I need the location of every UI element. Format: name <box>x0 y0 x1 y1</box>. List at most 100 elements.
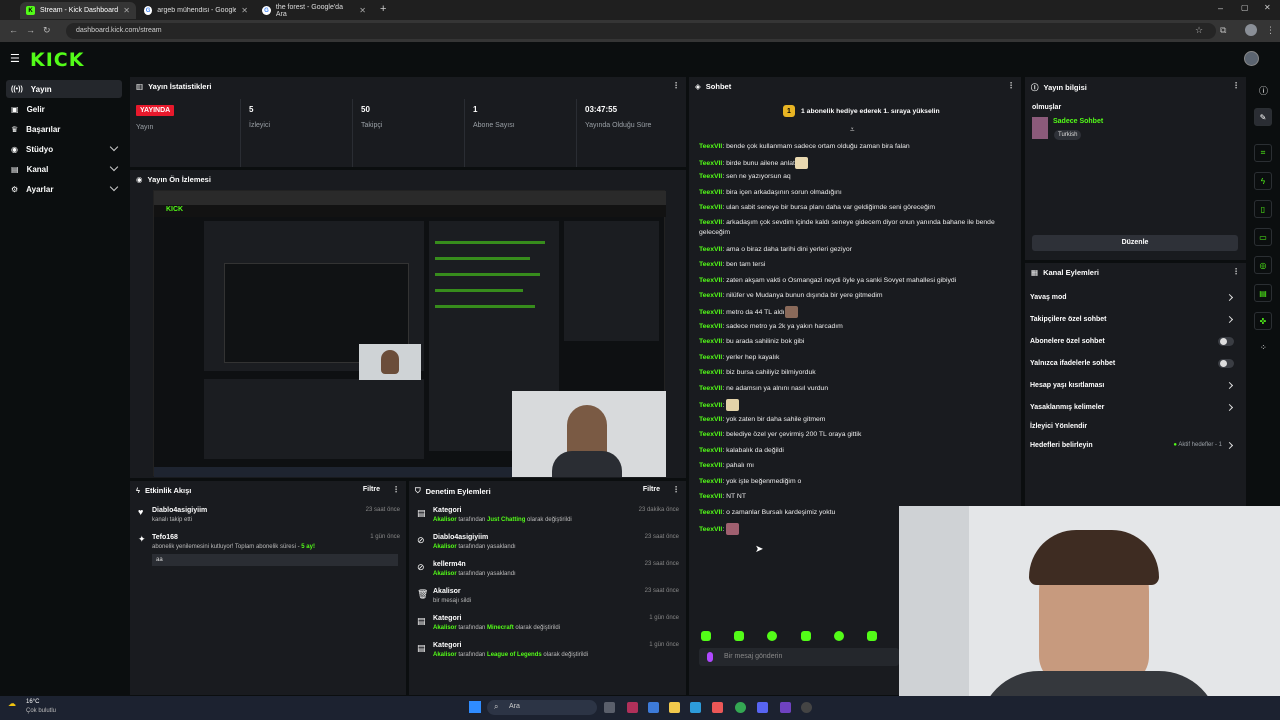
stream-category[interactable]: Sadece Sohbet <box>1053 118 1103 125</box>
chat-username[interactable]: TeexVII <box>699 323 722 330</box>
sidebar-item-gelir[interactable]: ▣ Gelir <box>6 100 122 118</box>
chat-username[interactable]: TeexVII <box>699 277 722 284</box>
channel-action-item[interactable]: Takipçilere özel sohbet <box>1030 315 1240 324</box>
more-options-icon[interactable]: ⋮ <box>392 485 400 494</box>
chat-username[interactable]: TeexVII <box>699 462 722 469</box>
toggle-switch[interactable] <box>1218 359 1234 368</box>
document-icon[interactable]: ▯ <box>1254 200 1272 218</box>
scan-icon[interactable]: ⌗ <box>1254 144 1272 162</box>
chat-message-input[interactable]: Bir mesaj gönderin <box>699 648 899 666</box>
emote-icon[interactable] <box>701 631 711 641</box>
hamburger-menu-icon[interactable]: ☰ <box>10 52 20 65</box>
more-options-icon[interactable]: ⋮ <box>1007 81 1015 90</box>
channel-action-item[interactable]: Yavaş mod <box>1030 293 1240 302</box>
channel-action-item[interactable]: Abonelere özel sohbet <box>1030 337 1240 346</box>
broadcast-icon[interactable]: ◎ <box>1254 256 1272 274</box>
emote-icon[interactable] <box>834 631 844 641</box>
pin-collapse-icon[interactable]: ⩡ <box>850 125 855 135</box>
maximize-icon[interactable]: ▢ <box>1241 3 1249 12</box>
filter-button[interactable]: Filtre <box>363 486 380 493</box>
sidebar-item-studyo[interactable]: ◉ Stüdyo <box>6 140 122 158</box>
info-icon[interactable]: ⓘ <box>1259 84 1268 97</box>
windows-start-icon[interactable] <box>469 701 481 713</box>
browser-menu-icon[interactable]: ⋮ <box>1266 25 1275 36</box>
emote-icon[interactable] <box>801 631 811 641</box>
edit-button[interactable]: Düzenle <box>1032 235 1238 251</box>
user-avatar[interactable] <box>1244 51 1259 66</box>
minimize-icon[interactable]: – <box>1218 3 1223 13</box>
more-options-icon[interactable]: ⋮ <box>672 485 680 494</box>
profile-avatar[interactable] <box>1245 24 1257 36</box>
more-options-icon[interactable]: ⋮ <box>1232 81 1240 90</box>
file-explorer-icon[interactable] <box>669 702 680 713</box>
chat-username[interactable]: TeexVII <box>699 219 722 226</box>
chat-username[interactable]: TeexVII <box>699 338 722 345</box>
chat-username[interactable]: TeexVII <box>699 526 722 533</box>
layout-icon[interactable]: ▤ <box>1254 284 1272 302</box>
chrome-icon[interactable] <box>735 702 746 713</box>
chat-username[interactable]: TeexVII <box>699 402 722 409</box>
emote-icon[interactable] <box>767 631 777 641</box>
moderation-actor[interactable]: Akalisor <box>433 625 457 631</box>
channel-action-item[interactable]: İzleyici Yönlendir <box>1030 423 1240 430</box>
channel-action-item[interactable]: Hedefleri belirleyin ● Aktif hedefler - 1 <box>1030 441 1240 450</box>
chat-username[interactable]: TeexVII <box>699 369 722 376</box>
chat-username[interactable]: TeexVII <box>699 143 722 150</box>
app-icon[interactable] <box>627 702 638 713</box>
chat-username[interactable]: TeexVII <box>699 189 722 196</box>
chat-username[interactable]: TeexVII <box>699 160 722 167</box>
chat-username[interactable]: TeexVII <box>699 385 722 392</box>
pencil-icon[interactable]: ✎ <box>1254 108 1272 126</box>
moderation-actor[interactable]: Akalisor <box>433 571 457 577</box>
chat-username[interactable]: TeexVII <box>699 204 722 211</box>
filter-button[interactable]: Filtre <box>643 486 660 493</box>
store-icon[interactable] <box>690 702 701 713</box>
window-close-icon[interactable]: ✕ <box>1264 3 1271 12</box>
channel-action-item[interactable]: Yasaklanmış kelimeler <box>1030 403 1240 412</box>
moderation-actor[interactable]: Akalisor <box>433 544 457 550</box>
url-input[interactable]: dashboard.kick.com/stream <box>66 23 1216 39</box>
app-icon[interactable] <box>780 702 791 713</box>
close-icon[interactable]: ✕ <box>123 6 130 15</box>
close-icon[interactable]: ✕ <box>359 6 366 15</box>
stream-preview-video[interactable]: KICK <box>153 190 666 477</box>
lightning-icon[interactable]: ϟ <box>1254 172 1272 190</box>
weather-temp[interactable]: 16°C <box>26 699 39 705</box>
chat-username[interactable]: TeexVII <box>699 173 722 180</box>
chat-username[interactable]: TeexVII <box>699 431 722 438</box>
sidebar-item-basarilar[interactable]: ♛ Başarılar <box>6 120 122 138</box>
kick-logo[interactable]: KICK <box>30 49 84 71</box>
task-view-icon[interactable] <box>604 702 615 713</box>
more-options-icon[interactable]: ⋮ <box>672 81 680 90</box>
close-icon[interactable]: ✕ <box>241 6 248 15</box>
taskbar-search[interactable]: ⌕ Ara <box>487 700 597 715</box>
tab-google-search-1[interactable]: G argeb mühendisi - Google'da A ✕ <box>138 2 254 19</box>
back-icon[interactable]: ← <box>9 25 18 35</box>
channel-action-item[interactable]: Hesap yaşı kısıtlaması <box>1030 381 1240 390</box>
bookmark-star-icon[interactable]: ☆ <box>1195 25 1203 36</box>
channel-action-item[interactable]: Yalnızca ifadelerle sohbet <box>1030 359 1240 368</box>
chat-username[interactable]: TeexVII <box>699 292 722 299</box>
chat-username[interactable]: TeexVII <box>699 309 722 316</box>
tab-google-search-2[interactable]: G the forest - Google'da Ara ✕ <box>256 2 372 19</box>
app-icon[interactable] <box>712 702 723 713</box>
sidebar-item-ayarlar[interactable]: ⚙ Ayarlar <box>6 180 122 198</box>
pinned-gift-banner[interactable]: 1 1 abonelik hediye ederek 1. sıraya yük… <box>783 105 940 117</box>
chat-username[interactable]: TeexVII <box>699 447 722 454</box>
dots-grid-icon[interactable]: ⁘ <box>1260 343 1267 352</box>
reload-icon[interactable]: ↻ <box>43 25 51 36</box>
more-options-icon[interactable]: ⋮ <box>1232 267 1240 276</box>
tab-kick-dashboard[interactable]: K Stream - Kick Dashboard ✕ <box>20 2 136 19</box>
toggle-switch[interactable] <box>1218 337 1234 346</box>
emote-icon[interactable] <box>734 631 744 641</box>
chat-username[interactable]: TeexVII <box>699 416 722 423</box>
chat-username[interactable]: TeexVII <box>699 354 722 361</box>
obs-icon[interactable] <box>801 702 812 713</box>
sidebar-item-kanal[interactable]: ▤ Kanal <box>6 160 122 178</box>
forward-icon[interactable]: → <box>26 25 35 35</box>
moderation-actor[interactable]: Akalisor <box>433 517 457 523</box>
chat-username[interactable]: TeexVII <box>699 478 722 485</box>
chat-username[interactable]: TeexVII <box>699 246 722 253</box>
chat-bubble-icon[interactable]: ▭ <box>1254 228 1272 246</box>
copilot-icon[interactable] <box>648 702 659 713</box>
